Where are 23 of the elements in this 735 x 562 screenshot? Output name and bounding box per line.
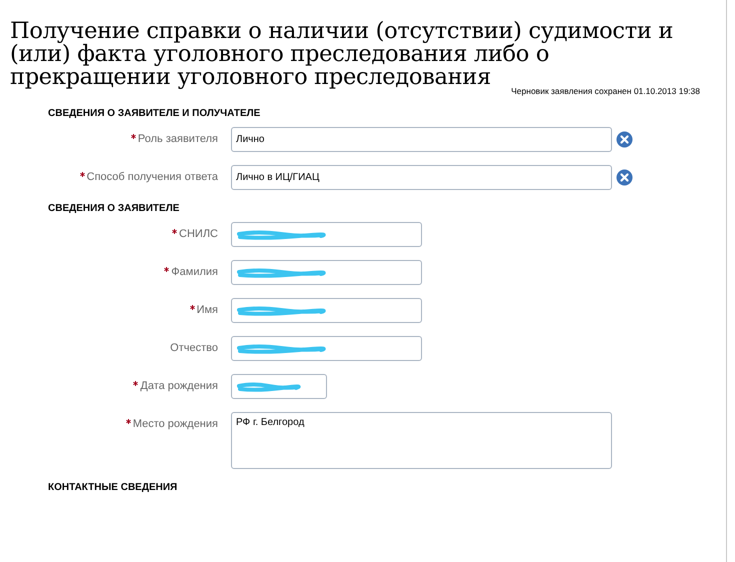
section-heading: КОНТАКТНЫЕ СВЕДЕНИЯ <box>48 482 178 493</box>
field-label: Отчество <box>169 341 218 354</box>
field-label: Дата рождения <box>48 374 218 392</box>
clear-icon[interactable] <box>616 169 633 186</box>
input-field[interactable] <box>231 298 422 323</box>
field-label: Фамилия <box>48 260 218 278</box>
clear-icon[interactable] <box>616 131 633 148</box>
field-label: Способ получения ответа <box>48 165 218 183</box>
field-label: Место рождения <box>48 412 218 430</box>
input-field[interactable] <box>231 222 422 247</box>
field-label: Имя <box>48 298 218 316</box>
textarea-field[interactable]: РФ г. Белгород <box>231 412 612 469</box>
section-heading: СВЕДЕНИЯ О ЗАЯВИТЕЛЕ <box>48 203 180 214</box>
field-label: СНИЛС <box>48 222 218 240</box>
section-heading: СВЕДЕНИЯ О ЗАЯВИТЕЛЕ И ПОЛУЧАТЕЛЕ <box>48 108 262 119</box>
input-field[interactable] <box>231 336 422 361</box>
input-field[interactable] <box>231 260 422 285</box>
select-field[interactable]: Лично <box>231 127 612 152</box>
select-field[interactable]: Лично в ИЦ/ГИАЦ <box>231 165 612 190</box>
field-label: Роль заявителя <box>48 127 218 145</box>
page-title: Получение справки о наличии (отсутствии) судимости и (или) факта уголовного преследования либо о прекращении уголовного преследования <box>9 17 674 89</box>
draft-saved-note: Черновик заявления сохранен 01.10.2013 19:38 <box>511 86 700 96</box>
input-field[interactable] <box>231 374 327 399</box>
